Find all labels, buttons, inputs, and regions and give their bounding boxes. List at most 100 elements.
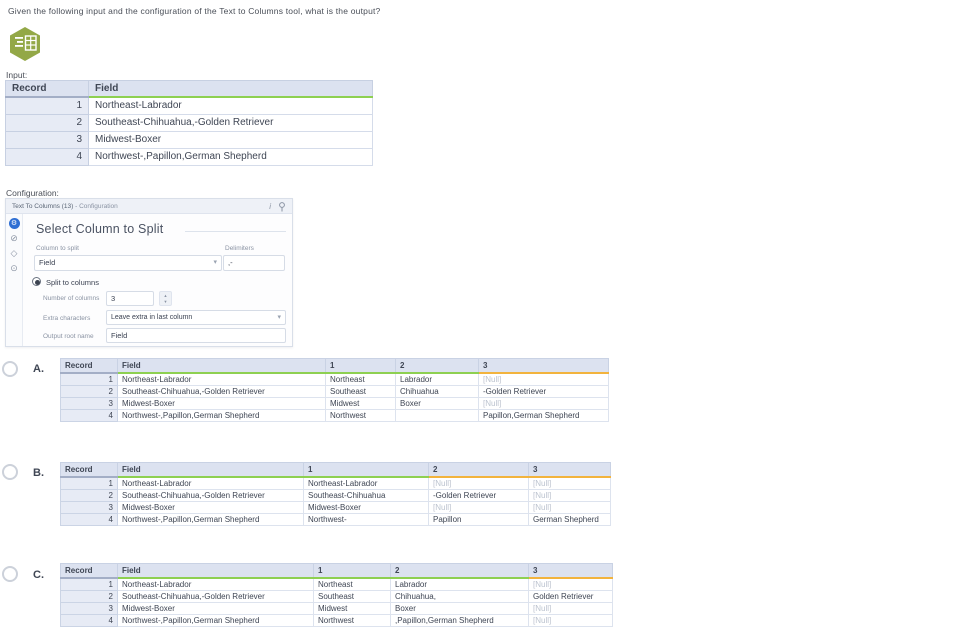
cell: Midwest-Boxer — [303, 501, 429, 514]
clock-icon[interactable]: ⊙ — [9, 263, 20, 274]
field-cell: Northeast-Labrador — [117, 476, 304, 490]
delimiters-input[interactable]: ,- — [223, 255, 285, 271]
configuration-label: Configuration: — [6, 188, 59, 198]
delimiters-value: ,- — [228, 258, 233, 267]
field-cell: Northwest-,Papillon,German Shepherd — [117, 614, 314, 627]
stepper-down-icon[interactable]: ▼ — [164, 299, 168, 305]
table-row: 4 Northwest-,Papillon,German Shepherd No… — [60, 513, 611, 526]
field-cell: Southeast-Chihuahua,-Golden Retriever — [117, 489, 304, 502]
null-cell: [Null] — [428, 501, 529, 514]
record-cell: 3 — [60, 397, 118, 410]
quiz-page: Given the following input and the config… — [0, 0, 960, 638]
input-table: Record Field 1 Northeast-Labrador 2 Sout… — [5, 80, 373, 166]
configuration-body: Select Column to Split Column to split F… — [23, 214, 292, 346]
record-cell: 4 — [60, 513, 118, 526]
quantity-stepper[interactable]: ▲ ▼ — [159, 291, 172, 306]
column-header-2: 2 — [390, 563, 529, 579]
cell: Papillon — [428, 513, 529, 526]
field-cell: Southeast-Chihuahua,-Golden Retriever — [88, 113, 373, 132]
output-root-name-label: Output root name — [43, 333, 94, 340]
extra-characters-label: Extra characters — [43, 315, 91, 322]
answer-radio-c[interactable] — [2, 566, 18, 582]
column-header-3: 3 — [478, 358, 609, 374]
column-to-split-dropdown[interactable]: Field ▾ — [34, 255, 222, 271]
column-header-record: Record — [5, 80, 89, 98]
answer-radio-a[interactable] — [2, 361, 18, 377]
output-root-name-value: Field — [111, 331, 128, 340]
table-row: 2 Southeast-Chihuahua,-Golden Retriever … — [60, 590, 613, 603]
cell: Golden Retriever — [528, 590, 613, 603]
empty-cell — [395, 409, 479, 422]
field-cell: Northwest-,Papillon,German Shepherd — [117, 409, 326, 422]
number-of-columns-value: 3 — [111, 294, 116, 303]
cell: Northwest — [313, 614, 391, 627]
record-cell: 4 — [60, 409, 118, 422]
cell: ,Papillon,German Shepherd — [390, 614, 529, 627]
column-header-1: 1 — [313, 563, 391, 579]
input-label: Input: — [6, 70, 28, 80]
number-of-columns-input[interactable]: 3 — [106, 291, 154, 306]
gear-icon[interactable]: ⚙ — [8, 218, 20, 229]
column-header-record: Record — [60, 358, 118, 374]
table-row: 1 Northeast-Labrador Northeast Labrador … — [60, 372, 609, 386]
column-header-1: 1 — [325, 358, 396, 374]
column-to-split-label: Column to split — [36, 245, 79, 252]
cell: Northwest — [325, 409, 396, 422]
extra-characters-dropdown[interactable]: Leave extra in last column ▾ — [106, 310, 286, 325]
cell: Chihuahua, — [390, 590, 529, 603]
cell: Labrador — [390, 577, 529, 591]
record-cell: 2 — [60, 385, 118, 398]
table-row: 2 Southeast-Chihuahua,-Golden Retriever … — [60, 489, 611, 502]
split-to-columns-radio[interactable] — [32, 277, 41, 286]
null-cell: [Null] — [528, 602, 613, 615]
record-cell: 2 — [5, 113, 89, 132]
delimiters-label: Delimiters — [225, 245, 254, 252]
table-row: 2 Southeast-Chihuahua,-Golden Retriever … — [60, 385, 609, 398]
configuration-panel: Text To Columns (13) - Configuration i ⚙… — [5, 198, 293, 347]
column-header-field: Field — [117, 358, 326, 374]
record-cell: 1 — [60, 476, 118, 490]
cell: -Golden Retriever — [478, 385, 609, 398]
pin-icon[interactable] — [278, 201, 286, 212]
cell: Labrador — [395, 372, 479, 386]
field-cell: Southeast-Chihuahua,-Golden Retriever — [117, 385, 326, 398]
field-cell: Northwest-,Papillon,German Shepherd — [88, 147, 373, 166]
answer-letter-a: A. — [33, 363, 44, 375]
column-header-field: Field — [88, 80, 373, 98]
info-icon[interactable]: i — [269, 199, 271, 214]
cell: German Shepherd — [528, 513, 611, 526]
table-row: 3 Midwest-Boxer Midwest-Boxer [Null] [Nu… — [60, 501, 611, 514]
table-row: 1 Northeast-Labrador Northeast Labrador … — [60, 577, 613, 591]
chevron-down-icon: ▾ — [277, 314, 281, 321]
configuration-title-suffix: - Configuration — [73, 203, 118, 210]
answer-table-a: Record Field 1 2 3 1 Northeast-Labrador … — [60, 358, 609, 422]
column-header-2: 2 — [428, 462, 529, 478]
table-row: 4 Northwest-,Papillon,German Shepherd — [5, 147, 373, 166]
record-cell: 2 — [60, 590, 118, 603]
header-row: Record Field 1 2 3 — [60, 462, 611, 478]
cell: -Golden Retriever — [428, 489, 529, 502]
answer-table-c: Record Field 1 2 3 1 Northeast-Labrador … — [60, 563, 613, 627]
cell: Northeast — [313, 577, 391, 591]
extra-characters-value: Leave extra in last column — [111, 314, 193, 321]
output-root-name-input[interactable]: Field — [106, 328, 286, 343]
answer-radio-b[interactable] — [2, 464, 18, 480]
record-cell: 1 — [60, 372, 118, 386]
cell: Chihuahua — [395, 385, 479, 398]
record-cell: 3 — [60, 602, 118, 615]
tag-icon[interactable]: ◇ — [9, 248, 20, 259]
record-cell: 4 — [60, 614, 118, 627]
record-cell: 1 — [60, 577, 118, 591]
header-row: Record Field 1 2 3 — [60, 358, 609, 374]
cell: Northwest- — [303, 513, 429, 526]
column-header-field: Field — [117, 462, 304, 478]
null-cell: [Null] — [428, 476, 529, 490]
null-cell: [Null] — [528, 476, 611, 490]
field-cell: Northeast-Labrador — [117, 372, 326, 386]
answer-table-b: Record Field 1 2 3 1 Northeast-Labrador … — [60, 462, 611, 526]
column-header-field: Field — [117, 563, 314, 579]
null-cell: [Null] — [478, 397, 609, 410]
table-row: 1 Northeast-Labrador — [5, 96, 373, 115]
cancel-icon[interactable]: ⊘ — [9, 233, 20, 244]
column-header-record: Record — [60, 563, 118, 579]
